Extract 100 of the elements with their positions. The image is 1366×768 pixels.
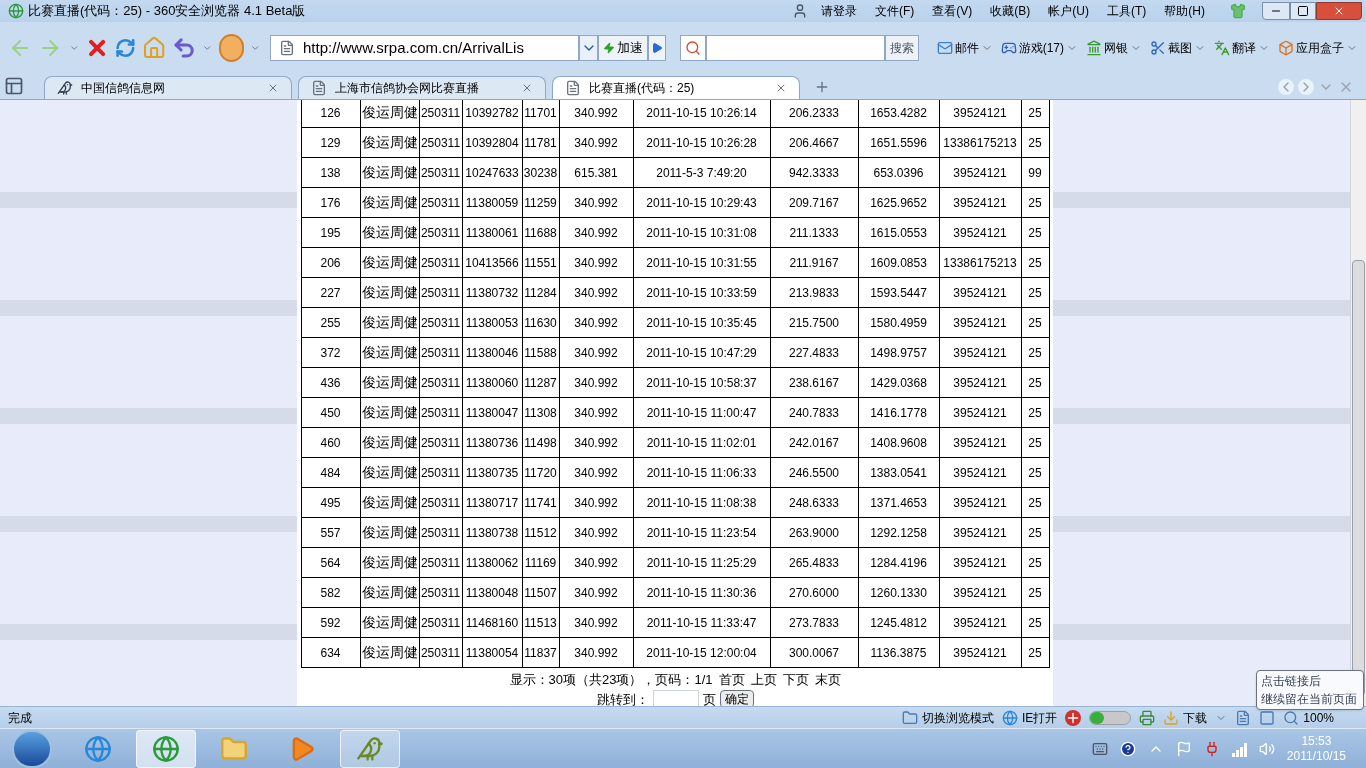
- table-cell: 250311: [419, 247, 462, 278]
- toggle-icon[interactable]: [1089, 710, 1132, 725]
- volume-icon[interactable]: [1258, 740, 1275, 757]
- minimize-button[interactable]: [1262, 2, 1290, 20]
- switch-mode-link[interactable]: 切换浏览模式: [921, 708, 994, 727]
- toolbar-link[interactable]: 翻译: [1232, 39, 1257, 57]
- table-cell: 263.9000: [770, 517, 858, 548]
- zoom-icon[interactable]: [1283, 709, 1300, 726]
- table-cell: 250311: [419, 217, 462, 248]
- table-cell: 25: [1021, 397, 1049, 428]
- flag-icon[interactable]: [1175, 740, 1192, 757]
- browser-tab[interactable]: 中国信鸽信息网: [44, 76, 292, 99]
- translate-icon: [1214, 40, 1231, 56]
- browser-tab[interactable]: 上海市信鸽协会网比赛直播: [298, 76, 546, 99]
- table-cell: 340.992: [559, 637, 633, 668]
- status-text: 完成: [8, 709, 32, 727]
- table-cell: 238.6167: [770, 367, 858, 398]
- first-aid-icon[interactable]: [1065, 709, 1082, 726]
- search-button[interactable]: 搜索: [884, 35, 919, 61]
- table-cell: 2011-10-15 11:00:47: [633, 397, 770, 428]
- help-icon[interactable]: [1119, 740, 1136, 757]
- table-cell: 11169: [522, 547, 559, 578]
- table-cell: 俊运周健: [360, 397, 419, 428]
- tab-title: 中国信鸽信息网: [81, 80, 165, 97]
- table-cell: 450: [301, 397, 360, 428]
- shirt-icon[interactable]: [1230, 3, 1246, 19]
- menu-item[interactable]: 工具(T): [1098, 2, 1156, 20]
- menu-item[interactable]: 请登录: [812, 2, 866, 20]
- accelerate-button[interactable]: 加速: [598, 35, 649, 61]
- new-tab-icon[interactable]: [814, 79, 830, 95]
- close-tab-icon[interactable]: [775, 82, 787, 94]
- go-button[interactable]: [648, 35, 666, 61]
- table-cell: 2011-10-15 10:31:55: [633, 247, 770, 278]
- menu-item[interactable]: 文件(F): [866, 2, 924, 20]
- table-cell: 340.992: [559, 247, 633, 278]
- address-field[interactable]: http://www.srpa.com.cn/ArrivalLis: [270, 35, 579, 61]
- table-cell: 39524121: [939, 157, 1021, 188]
- table-cell: 129: [301, 127, 360, 158]
- table-cell: 俊运周健: [360, 127, 419, 158]
- zoom-level[interactable]: 100%: [1303, 708, 1334, 727]
- table-cell: 250311: [419, 457, 462, 488]
- toolbar-link[interactable]: 截图: [1168, 39, 1193, 57]
- scroll-left-icon[interactable]: [1278, 79, 1294, 95]
- page-input[interactable]: [652, 690, 699, 706]
- search-engine-icon[interactable]: [679, 35, 707, 61]
- table-cell: 2011-10-15 11:30:36: [633, 577, 770, 608]
- dropdown-button[interactable]: [578, 35, 599, 61]
- table-cell: 340.992: [559, 367, 633, 398]
- table-cell: 270.6000: [770, 577, 858, 608]
- printer-icon[interactable]: [1139, 709, 1156, 726]
- table-cell: 1260.1330: [858, 577, 939, 608]
- download-link[interactable]: 下载: [1183, 708, 1208, 727]
- toolbar-link[interactable]: 邮件: [954, 39, 979, 57]
- table-cell: 250311: [419, 397, 462, 428]
- maximize-button[interactable]: [1290, 2, 1316, 20]
- user-icon[interactable]: [792, 3, 808, 19]
- close-tab-icon[interactable]: [267, 82, 279, 94]
- confirm-button[interactable]: 确定: [719, 690, 754, 706]
- table-cell: 39524121: [939, 577, 1021, 608]
- table-cell: 250311: [419, 127, 462, 158]
- table-cell: 2011-10-15 11:33:47: [633, 607, 770, 638]
- app-icon: [8, 3, 24, 19]
- scroll-right-icon[interactable]: [1298, 79, 1314, 95]
- game-icon: [1000, 40, 1017, 56]
- table-cell: 615.381: [559, 157, 633, 188]
- taskbar-app[interactable]: [136, 729, 196, 768]
- signal-icon[interactable]: [1231, 740, 1247, 757]
- keyboard-icon[interactable]: [1091, 740, 1108, 757]
- menu-item[interactable]: 查看(V): [923, 2, 982, 20]
- page-icon: [565, 80, 581, 96]
- toolbar-link[interactable]: 应用盒子: [1296, 39, 1345, 57]
- page-link[interactable]: 上页: [750, 670, 777, 690]
- table-cell: 372: [301, 337, 360, 368]
- table-cell: 11498: [522, 427, 559, 458]
- menu-item[interactable]: 帐户(U): [1039, 2, 1098, 20]
- page-link[interactable]: 末页: [814, 670, 841, 690]
- document-icon[interactable]: [1235, 709, 1252, 726]
- table-cell: 39524121: [939, 217, 1021, 248]
- page-link[interactable]: 下页: [782, 670, 809, 690]
- toolbar-link[interactable]: 游戏(17): [1018, 39, 1065, 57]
- table-cell: 11380717: [462, 487, 522, 518]
- toolbar-link[interactable]: 网银: [1104, 39, 1129, 57]
- table-cell: 1416.1778: [858, 397, 939, 428]
- open-ie-link[interactable]: IE打开: [1021, 708, 1058, 727]
- table-cell: 13386175213: [939, 247, 1021, 278]
- browser-tab[interactable]: 比赛直播(代码：25): [552, 76, 800, 99]
- sidebar-icon[interactable]: [4, 76, 24, 96]
- table-cell: 25: [1021, 100, 1049, 128]
- menu-item[interactable]: 帮助(H): [1155, 2, 1214, 20]
- menu-item[interactable]: 收藏(B): [981, 2, 1040, 20]
- search-field[interactable]: [706, 35, 885, 61]
- table-cell: 11630: [522, 307, 559, 338]
- taskbar-app[interactable]: [340, 729, 400, 768]
- table-cell: 1580.4959: [858, 307, 939, 338]
- refresh-icon[interactable]: [115, 36, 136, 60]
- page-link[interactable]: 首页: [718, 670, 745, 690]
- window-icon[interactable]: [1259, 709, 1276, 726]
- table-cell: 2011-10-15 10:47:29: [633, 337, 770, 368]
- close-tab-icon[interactable]: [521, 82, 533, 94]
- table-cell: 1615.0553: [858, 217, 939, 248]
